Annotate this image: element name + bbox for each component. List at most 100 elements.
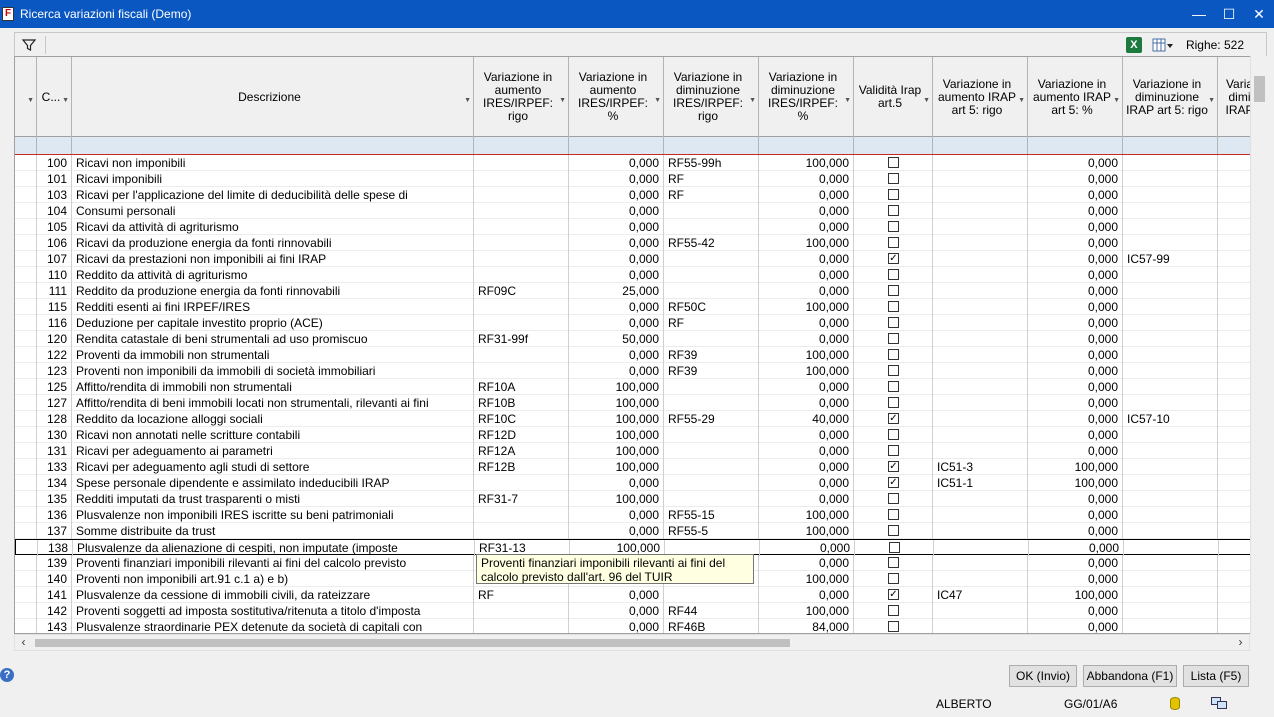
- irap-checkbox[interactable]: [888, 525, 899, 536]
- table-row[interactable]: 106 Ricavi da produzione energia da fonti…: [15, 235, 1266, 251]
- maximize-button[interactable]: ☐: [1214, 0, 1244, 28]
- table-row[interactable]: 110 Reddito da attività di agriturismo 0,0…: [15, 267, 1266, 283]
- irap-checkbox[interactable]: [888, 221, 899, 232]
- sort-arrow-icon[interactable]: ▼: [464, 94, 471, 107]
- sort-arrow-icon[interactable]: ▼: [923, 94, 930, 107]
- sort-arrow-icon[interactable]: ▼: [749, 94, 756, 107]
- vertical-scrollbar[interactable]: [1250, 56, 1267, 634]
- table-row[interactable]: 125 Affitto/rendita di immobili non strum…: [15, 379, 1266, 395]
- irap-checkbox[interactable]: [889, 542, 900, 553]
- table-row[interactable]: 130 Ricavi non annotati nelle scritture c…: [15, 427, 1266, 443]
- irap-checkbox[interactable]: [888, 445, 899, 456]
- irap-checkbox[interactable]: [888, 365, 899, 376]
- irap-checkbox[interactable]: ✓: [888, 477, 899, 488]
- filter-cell[interactable]: [474, 137, 569, 154]
- table-row[interactable]: 122 Proventi da immobili non strumentali 0…: [15, 347, 1266, 363]
- list-button[interactable]: Lista (F5): [1183, 665, 1249, 687]
- ok-button[interactable]: OK (Invio): [1009, 665, 1077, 687]
- irap-checkbox[interactable]: ✓: [888, 589, 899, 600]
- table-row[interactable]: 137 Somme distribuite da trust 0,000 RF55-5…: [15, 523, 1266, 539]
- excel-export-icon[interactable]: X: [1125, 37, 1142, 53]
- column-header-desc[interactable]: Descrizione ▼: [72, 57, 474, 137]
- irap-checkbox[interactable]: [888, 285, 899, 296]
- table-row[interactable]: 136 Plusvalenze non imponibili IRES iscri…: [15, 507, 1266, 523]
- irap-checkbox[interactable]: [888, 173, 899, 184]
- column-header-va_ires_rigo[interactable]: Variazione in aumento IRES/IRPEF: rigo ▼: [474, 57, 569, 137]
- table-row[interactable]: 105 Ricavi da attività di agriturismo 0,00…: [15, 219, 1266, 235]
- column-header-sel[interactable]: ▼: [15, 57, 37, 137]
- irap-checkbox[interactable]: [888, 381, 899, 392]
- filter-row[interactable]: [15, 137, 1266, 155]
- table-row[interactable]: 101 Ricavi imponibili 0,000 RF 0,000 0,000: [15, 171, 1266, 187]
- filter-cell[interactable]: [72, 137, 474, 154]
- irap-checkbox[interactable]: [888, 493, 899, 504]
- column-header-va_irap_rigo[interactable]: Variazione in aumento IRAP art 5: rigo ▼: [933, 57, 1028, 137]
- table-row[interactable]: 138 Plusvalenze da alienazione di cespiti…: [15, 539, 1266, 556]
- filter-cell[interactable]: [37, 137, 72, 154]
- irap-checkbox[interactable]: ✓: [888, 253, 899, 264]
- irap-checkbox[interactable]: [888, 509, 899, 520]
- table-row[interactable]: 128 Reddito da locazione alloggi sociali R…: [15, 411, 1266, 427]
- abandon-button[interactable]: Abbandona (F1): [1083, 665, 1177, 687]
- minimize-button[interactable]: —: [1184, 0, 1214, 28]
- column-header-vd_irap_rigo[interactable]: Variazione in diminuzione IRAP art 5: ri…: [1123, 57, 1218, 137]
- table-row[interactable]: 127 Affitto/rendita di beni immobili loca…: [15, 395, 1266, 411]
- irap-checkbox[interactable]: [888, 157, 899, 168]
- table-row[interactable]: 103 Ricavi per l'applicazione del limite …: [15, 187, 1266, 203]
- horizontal-scrollbar[interactable]: ‹ ›: [14, 634, 1250, 651]
- help-icon[interactable]: ?: [0, 668, 14, 682]
- column-header-code[interactable]: C... ▼: [37, 57, 72, 137]
- irap-checkbox[interactable]: [888, 605, 899, 616]
- column-header-va_ires_pct[interactable]: Variazione in aumento IRES/IRPEF: % ▼: [569, 57, 664, 137]
- sort-arrow-icon[interactable]: ▼: [844, 94, 851, 107]
- table-row[interactable]: 104 Consumi personali 0,000 0,000 0,000: [15, 203, 1266, 219]
- filter-cell[interactable]: [664, 137, 759, 154]
- irap-checkbox[interactable]: [888, 557, 899, 568]
- irap-checkbox[interactable]: [888, 621, 899, 632]
- table-row[interactable]: 143 Plusvalenze straordinarie PEX detenut…: [15, 619, 1266, 633]
- table-row[interactable]: 120 Rendita catastale di beni strumentali…: [15, 331, 1266, 347]
- table-row[interactable]: 107 Ricavi da prestazioni non imponibili …: [15, 251, 1266, 267]
- irap-checkbox[interactable]: [888, 397, 899, 408]
- filter-cell[interactable]: [933, 137, 1028, 154]
- irap-checkbox[interactable]: [888, 333, 899, 344]
- table-row[interactable]: 135 Redditi imputati da trust trasparenti…: [15, 491, 1266, 507]
- horizontal-scroll-thumb[interactable]: [35, 639, 790, 647]
- sort-arrow-icon[interactable]: ▼: [559, 94, 566, 107]
- table-row[interactable]: 142 Proventi soggetti ad imposta sostitut…: [15, 603, 1266, 619]
- vertical-scroll-thumb[interactable]: [1254, 76, 1265, 102]
- irap-checkbox[interactable]: ✓: [888, 461, 899, 472]
- table-row[interactable]: 131 Ricavi per adeguamento ai parametri RF…: [15, 443, 1266, 459]
- filter-icon[interactable]: [21, 37, 37, 53]
- filter-cell[interactable]: [1028, 137, 1123, 154]
- close-button[interactable]: ✕: [1244, 0, 1274, 28]
- column-header-vd_ires_pct[interactable]: Variazione in diminuzione IRES/IRPEF: % ▼: [759, 57, 854, 137]
- irap-checkbox[interactable]: [888, 205, 899, 216]
- irap-checkbox[interactable]: [888, 429, 899, 440]
- irap-checkbox[interactable]: [888, 237, 899, 248]
- table-row[interactable]: 115 Redditi esenti ai fini IRPEF/IRES 0,00…: [15, 299, 1266, 315]
- filter-cell[interactable]: [759, 137, 854, 154]
- filter-cell[interactable]: [1123, 137, 1218, 154]
- table-row[interactable]: 134 Spese personale dipendente e assimila…: [15, 475, 1266, 491]
- sort-arrow-icon[interactable]: ▼: [1113, 94, 1120, 107]
- table-row[interactable]: 116 Deduzione per capitale investito prop…: [15, 315, 1266, 331]
- table-row[interactable]: 133 Ricavi per adeguamento agli studi di …: [15, 459, 1266, 475]
- filter-cell[interactable]: [569, 137, 664, 154]
- sort-arrow-icon[interactable]: ▼: [1018, 94, 1025, 107]
- irap-checkbox[interactable]: ✓: [888, 413, 899, 424]
- irap-checkbox[interactable]: [888, 189, 899, 200]
- column-header-vd_ires_rigo[interactable]: Variazione in diminuzione IRES/IRPEF: ri…: [664, 57, 759, 137]
- column-header-va_irap_pct[interactable]: Variazione in aumento IRAP art 5: % ▼: [1028, 57, 1123, 137]
- irap-checkbox[interactable]: [888, 349, 899, 360]
- sort-arrow-icon[interactable]: ▼: [62, 94, 69, 107]
- irap-checkbox[interactable]: [888, 269, 899, 280]
- table-row[interactable]: 111 Reddito da produzione energia da font…: [15, 283, 1266, 299]
- filter-cell[interactable]: [854, 137, 933, 154]
- sort-arrow-icon[interactable]: ▼: [654, 94, 661, 107]
- sort-arrow-icon[interactable]: ▼: [1208, 94, 1215, 107]
- column-header-irap[interactable]: Validità Irap art.5 ▼: [854, 57, 933, 137]
- sort-arrow-icon[interactable]: ▼: [27, 94, 34, 107]
- scroll-left-icon[interactable]: ‹: [15, 635, 32, 650]
- table-row[interactable]: 141 Plusvalenze da cessione di immobili c…: [15, 587, 1266, 603]
